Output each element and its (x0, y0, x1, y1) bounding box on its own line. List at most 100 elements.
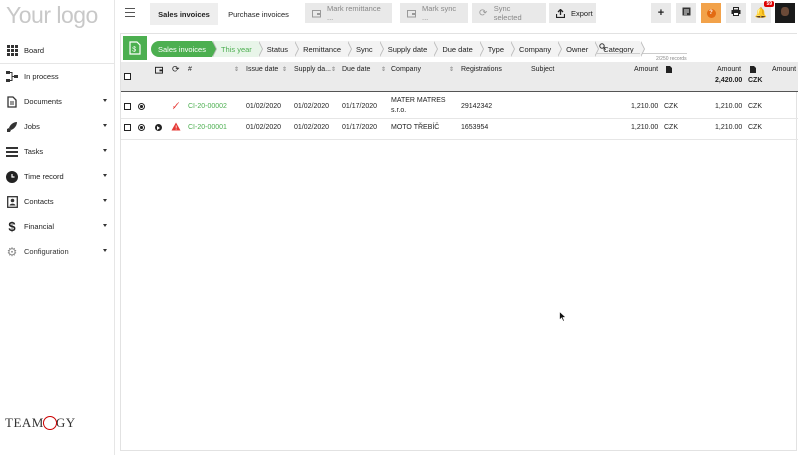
supply-date-cell: 01/02/2020 (294, 103, 330, 110)
sort-icon[interactable]: ⇕ (449, 66, 454, 73)
sidebar-item-time-record[interactable]: Time record (0, 164, 115, 189)
total-amount: 2,420.00 (715, 77, 743, 84)
sync-selected-button[interactable]: ⟳ Sync selected (472, 3, 546, 23)
row-checkbox[interactable] (124, 103, 131, 112)
notes-icon (682, 7, 691, 19)
column-header-due-date[interactable]: Due date (342, 66, 370, 73)
printer-icon (731, 7, 741, 19)
top-toolbar: Sales invoices Purchase invoices Mark re… (115, 0, 800, 28)
brand-logo: TEAM GY (5, 415, 76, 431)
sidebar-item-label: Configuration (24, 247, 69, 256)
table-row[interactable]: ✓̸ CI-20-00002 01/02/2020 01/02/2020 01/… (121, 94, 798, 119)
print-button[interactable] (726, 3, 746, 23)
chevron-down-icon (103, 99, 107, 102)
filter-this-year[interactable]: This year (211, 41, 263, 57)
filter-remittance[interactable]: Remittance (294, 41, 352, 57)
sort-icon[interactable]: ⇕ (282, 66, 287, 73)
double-check-icon: ✓̸ (172, 101, 180, 111)
avatar[interactable] (775, 3, 795, 23)
sort-icon[interactable]: ⇕ (381, 66, 386, 73)
add-button[interactable]: + (651, 3, 671, 23)
registrations-cell: 29142342 (461, 103, 493, 110)
mark-remittance-label: Mark remittance ... (327, 4, 381, 22)
document-column-icon (750, 66, 756, 75)
sort-icon[interactable]: ⇕ (331, 66, 336, 73)
wallet-icon (312, 9, 321, 18)
sync-icon: ⟳ (479, 7, 488, 19)
column-header-supply-date[interactable]: Supply da... (294, 66, 331, 73)
sidebar-item-in-process[interactable]: In process (0, 64, 115, 89)
column-header-amount-2[interactable]: Amount (717, 66, 741, 73)
tab-sales-invoices[interactable]: Sales invoices (150, 3, 218, 25)
chevron-down-icon (103, 249, 107, 252)
mark-sync-button[interactable]: Mark sync ... (400, 3, 468, 23)
sidebar: Your logo Board In process Documents Job… (0, 0, 115, 455)
filter-owner[interactable]: Owner (557, 41, 600, 57)
filter-supply-date[interactable]: Supply date (378, 41, 438, 57)
amount-cell: 1,210.00 (631, 124, 659, 131)
column-header-subject[interactable]: Subject (531, 66, 554, 73)
sidebar-item-financial[interactable]: $ Financial (0, 214, 115, 239)
chevron-down-icon (103, 124, 107, 127)
invoice-number-link[interactable]: CI-20-00002 (188, 103, 227, 110)
list-icon (6, 146, 18, 158)
sidebar-item-jobs[interactable]: Jobs (0, 114, 115, 139)
column-header-amount[interactable]: Amount (634, 66, 658, 73)
column-header-amount-3[interactable]: Amount (772, 66, 796, 73)
sync-column-icon[interactable]: ⟳ (172, 64, 180, 75)
sidebar-item-label: Financial (24, 222, 55, 231)
chevron-down-icon (103, 149, 107, 152)
notifications-button[interactable]: 🔔 59 (751, 1, 774, 23)
currency-2-cell: CZK (748, 124, 762, 131)
contact-card-icon (6, 195, 18, 208)
export-button[interactable]: Export (549, 3, 596, 23)
play-icon[interactable] (155, 124, 162, 133)
sidebar-item-tasks[interactable]: Tasks (0, 139, 115, 164)
document-column-icon (666, 66, 672, 75)
filter-due-date[interactable]: Due date (433, 41, 485, 57)
sidebar-item-label: Board (24, 46, 45, 55)
sidebar-item-documents[interactable]: Documents (0, 89, 115, 114)
sidebar-item-board[interactable]: Board (0, 38, 115, 63)
export-icon (555, 8, 566, 18)
target-icon (42, 416, 57, 431)
sidebar-item-label: Documents (24, 97, 62, 106)
filter-status[interactable]: Status (257, 41, 300, 57)
registrations-cell: 1653954 (461, 124, 489, 131)
remittance-column-icon[interactable] (154, 66, 164, 76)
plus-icon: + (657, 7, 665, 19)
mark-sync-label: Mark sync ... (422, 4, 457, 22)
filter-company[interactable]: Company (510, 41, 563, 57)
select-all-checkbox[interactable] (124, 73, 131, 82)
warning-icon: ! (171, 122, 181, 133)
hamburger-menu-icon[interactable] (125, 8, 135, 17)
wallet-icon (407, 9, 416, 18)
column-header-number[interactable]: # (188, 66, 192, 73)
currency-2-cell: CZK (748, 103, 762, 110)
column-header-issue-date[interactable]: Issue date (246, 66, 278, 73)
table-row[interactable]: ! CI-20-00001 01/02/2020 01/02/2020 01/1… (121, 119, 798, 140)
filter-breadcrumbs: Sales invoices This year Status Remittan… (151, 41, 646, 57)
mark-remittance-button[interactable]: Mark remittance ... (305, 3, 392, 23)
row-radio[interactable] (138, 124, 145, 133)
row-checkbox[interactable] (124, 124, 131, 133)
sort-icon[interactable]: ⇕ (234, 66, 239, 73)
notes-button[interactable] (676, 3, 696, 23)
bell-icon: 🔔 (754, 7, 768, 19)
sync-selected-label: Sync selected (493, 4, 522, 22)
amount-cell: 1,210.00 (631, 103, 659, 110)
help-button[interactable]: ? (701, 3, 721, 23)
sidebar-nav: Board In process Documents Jobs Tasks Ti… (0, 38, 115, 264)
sidebar-item-label: Contacts (24, 197, 54, 206)
filter-sales-invoices[interactable]: Sales invoices (151, 41, 217, 57)
column-header-registrations[interactable]: Registrations (461, 66, 502, 73)
tab-purchase-invoices[interactable]: Purchase invoices (221, 3, 296, 25)
invoice-number-link[interactable]: CI-20-00001 (188, 124, 227, 131)
due-date-cell: 01/17/2020 (342, 124, 378, 131)
row-radio[interactable] (138, 103, 145, 112)
sidebar-item-configuration[interactable]: ⚙ Configuration (0, 239, 115, 264)
svg-text:$: $ (132, 47, 136, 54)
app-logo: Your logo (6, 2, 98, 28)
sidebar-item-contacts[interactable]: Contacts (0, 189, 115, 214)
column-header-company[interactable]: Company (391, 66, 421, 73)
